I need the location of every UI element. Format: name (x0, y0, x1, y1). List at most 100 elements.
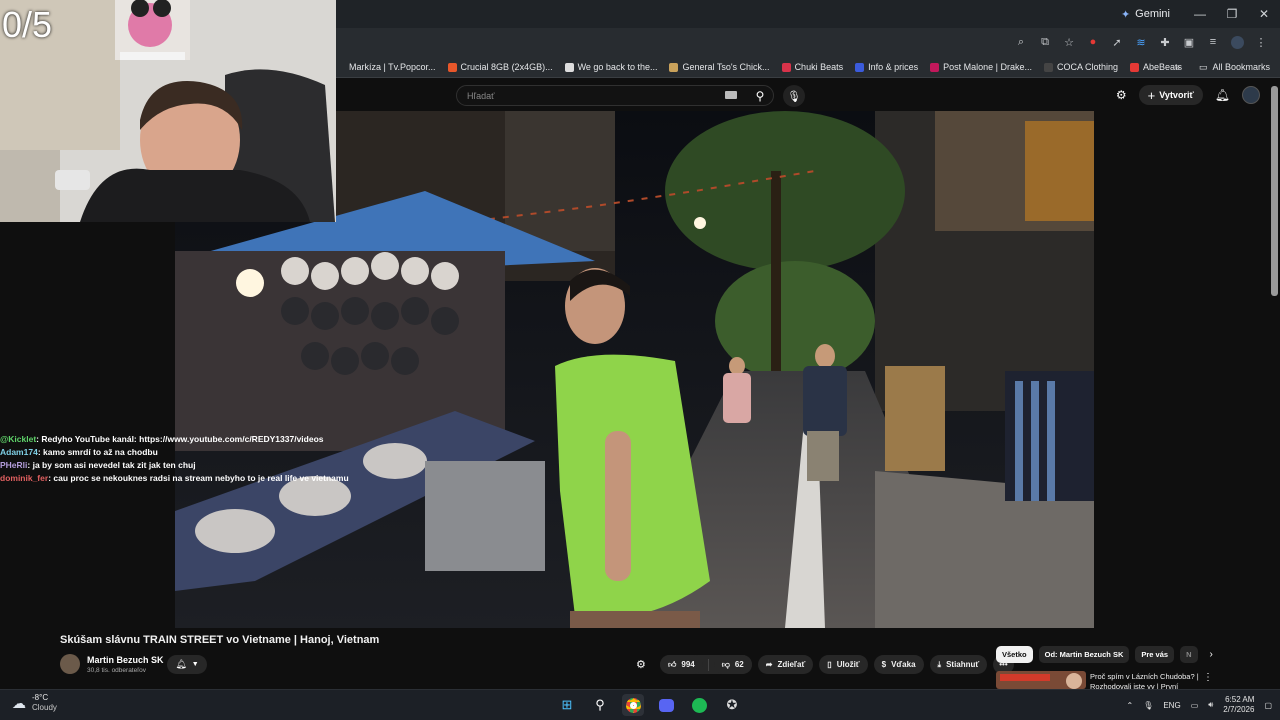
filter-chip-all[interactable]: Všetko (996, 646, 1033, 663)
download-label: Stiahnuť (946, 660, 980, 669)
channel-name[interactable]: Martin Bezuch SK (87, 655, 164, 665)
install-icon[interactable]: ⧉ (1036, 33, 1054, 51)
save-button[interactable]: ▯ Uložiť (819, 655, 868, 674)
extension-arrow-icon[interactable]: ➚ (1108, 33, 1126, 51)
extension-blue-icon[interactable]: ≋ (1132, 33, 1150, 51)
gemini-label: Gemini (1135, 8, 1170, 20)
weather-widget[interactable]: ☁ -8°C Cloudy (12, 693, 57, 713)
subscription-bell-button[interactable]: 🔔︎ ▼ (167, 655, 207, 674)
thanks-button[interactable]: $ Vďaka (873, 655, 924, 674)
folder-icon: ▭ (1198, 61, 1208, 72)
extension-gear-icon[interactable]: ⚙ (1116, 88, 1127, 102)
notification-icon[interactable]: ▢ (1264, 701, 1272, 710)
like-count: 994 (681, 660, 695, 669)
windows-start-icon[interactable]: ⊞ (556, 694, 578, 716)
chat-message: dominik_fer: cau proc se nekouknes radsi… (0, 472, 350, 485)
recommendation-thumbnail[interactable] (996, 671, 1086, 689)
side-panel-icon[interactable]: ▣ (1180, 33, 1198, 51)
like-dislike-group: 👍︎ 994 👎︎ 62 (660, 655, 752, 674)
bookmark-item[interactable]: Chuki Beats (781, 62, 844, 72)
download-icon: ⤓ (937, 659, 942, 669)
bookmark-label: Chuki Beats (794, 62, 844, 72)
media-icon[interactable]: ≡ (1204, 33, 1222, 51)
clock-date: 2/7/2026 (1223, 705, 1255, 714)
chat-username: @Kicklet (0, 434, 37, 444)
bookmark-item[interactable]: We go back to the... (564, 62, 658, 72)
extensions-puzzle-icon[interactable]: ✚ (1156, 33, 1174, 51)
bookmark-favicon-icon (781, 62, 791, 72)
bookmark-item[interactable]: COCA Clothing (1044, 62, 1118, 72)
bookmark-item[interactable]: Post Malone | Drake... (930, 62, 1032, 72)
bookmark-label: Markíza | Tv.Popcor... (349, 62, 436, 72)
chat-username: Adam174 (0, 447, 38, 457)
filter-chip-channel[interactable]: Od: Martin Bezuch SK (1038, 646, 1130, 663)
voice-search-button[interactable]: 🎙︎ (783, 85, 805, 107)
bookmark-label: We go back to the... (577, 62, 658, 72)
chat-username: PHeRli (0, 460, 28, 470)
bookmark-item[interactable]: Markíza | Tv.Popcor... (336, 62, 436, 72)
dislike-button[interactable]: 👎︎ 62 (713, 655, 752, 674)
zoom-icon[interactable]: ⌕ (1012, 33, 1030, 51)
bookmark-favicon-icon (336, 63, 345, 72)
video-actions: ⚙ 👍︎ 994 👎︎ 62 ➦ Zdieľať ▯ Uložiť $ Vďak… (636, 655, 1014, 674)
spotify-icon[interactable] (688, 694, 710, 716)
network-icon[interactable]: ▭ (1191, 701, 1199, 710)
discord-icon[interactable] (655, 694, 677, 716)
weather-temperature: -8°C (32, 693, 49, 702)
like-button[interactable]: 👍︎ 994 (660, 655, 703, 674)
volume-icon[interactable]: 🔊︎ (1208, 700, 1213, 710)
bookmark-label: Post Malone | Drake... (943, 62, 1032, 72)
all-bookmarks[interactable]: » ▭ All Bookmarks (1175, 56, 1270, 78)
goal-counter: 0/5 (2, 4, 53, 45)
filter-chip-more[interactable]: N (1180, 646, 1198, 663)
share-icon: ➦ (765, 660, 773, 669)
extension-red-icon[interactable]: ● (1084, 33, 1102, 51)
clock-time: 6:52 AM (1225, 695, 1255, 704)
search-button[interactable]: ⚲ (745, 85, 775, 106)
bookmark-label: General Tso's Chick... (682, 62, 770, 72)
chat-message: Adam174: kamo smrdí to až na chodbu (0, 446, 350, 459)
language-indicator[interactable]: ENG (1163, 701, 1180, 710)
gemini-button[interactable]: ✦ Gemini (1121, 8, 1170, 21)
notifications-bell-icon[interactable]: 🔔︎ (1215, 88, 1230, 102)
create-button[interactable]: + Vytvoriť (1138, 85, 1203, 105)
profile-avatar-icon[interactable] (1228, 33, 1246, 51)
bookmark-item[interactable]: Crucial 8GB (2x4GB)... (447, 62, 553, 72)
chat-message: PHeRli: ja by som asi nevedel tak zit ja… (0, 459, 350, 472)
channel-avatar[interactable] (60, 654, 80, 674)
bookmark-item[interactable]: Info & prices (855, 62, 918, 72)
keyboard-icon[interactable] (725, 91, 737, 99)
close-button[interactable]: ✕ (1248, 0, 1280, 28)
minimize-button[interactable]: — (1184, 0, 1216, 28)
thumbs-down-icon: 👎︎ (721, 659, 730, 669)
bookmark-label: Crucial 8GB (2x4GB)... (460, 62, 553, 72)
clock[interactable]: 6:52 AM 2/7/2026 (1223, 695, 1254, 715)
recommendation-menu-icon[interactable]: ⋮ (1203, 672, 1213, 683)
bookmark-favicon-icon (1044, 62, 1053, 72)
app-icon[interactable]: ✪ (721, 694, 743, 716)
chevron-right-icon[interactable]: » (1175, 62, 1180, 72)
download-button[interactable]: ⤓ Stiahnuť (929, 655, 988, 674)
search-icon: ⚲ (755, 88, 765, 103)
filter-chip-for-you[interactable]: Pre vás (1135, 646, 1175, 663)
share-button[interactable]: ➦ Zdieľať (757, 655, 814, 674)
tray-mic-icon[interactable]: 🎙︎ (1143, 701, 1153, 710)
search-icon[interactable]: ⚲ (589, 694, 611, 716)
page-scrollbar[interactable] (1271, 86, 1278, 296)
bookmark-favicon-icon (930, 62, 940, 72)
chat-username: dominik_fer (0, 473, 49, 483)
menu-dots-icon[interactable]: ⋮ (1252, 33, 1270, 51)
account-avatar[interactable] (1242, 86, 1260, 104)
bookmark-favicon-icon (669, 62, 679, 72)
thumbs-up-icon: 👍︎ (668, 659, 677, 669)
chevron-right-icon[interactable]: › (1210, 649, 1213, 660)
maximize-button[interactable]: ❐ (1216, 0, 1248, 28)
star-icon[interactable]: ☆ (1060, 33, 1078, 51)
cloud-icon: ☁ (12, 694, 26, 711)
extension-gear-icon[interactable]: ⚙ (636, 658, 654, 671)
thanks-icon: $ (881, 660, 887, 669)
bookmark-item[interactable]: General Tso's Chick... (669, 62, 770, 72)
chat-text: : cau proc se nekouknes radsi na stream … (48, 473, 349, 483)
chrome-icon[interactable] (622, 694, 644, 716)
tray-chevron-up-icon[interactable]: ⌃ (1126, 701, 1133, 710)
